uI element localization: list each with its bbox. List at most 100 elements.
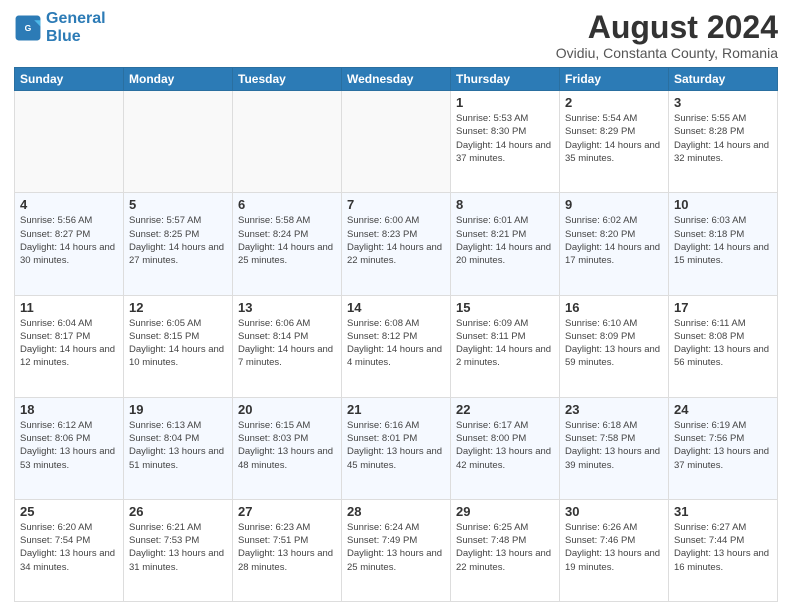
- logo-icon: G: [14, 14, 42, 42]
- calendar-cell-1-3: 7 Sunrise: 6:00 AM Sunset: 8:23 PM Daylig…: [342, 193, 451, 295]
- day-info: Sunrise: 6:02 AM Sunset: 8:20 PM Dayligh…: [565, 214, 663, 267]
- day-number: 5: [129, 197, 227, 212]
- calendar-cell-4-5: 30Sunrise: 6:26 AM Sunset: 7:46 PM Dayli…: [560, 499, 669, 601]
- day-info: Sunrise: 5:56 AM Sunset: 8:27 PM Dayligh…: [20, 214, 118, 267]
- day-info: Sunrise: 6:01 AM Sunset: 8:21 PM Dayligh…: [456, 214, 554, 267]
- logo: G General Blue: [14, 10, 106, 45]
- day-info: Sunrise: 6:19 AM Sunset: 7:56 PM Dayligh…: [674, 419, 772, 472]
- day-info: Sunrise: 5:58 AM Sunset: 8:24 PM Dayligh…: [238, 214, 336, 267]
- calendar-cell-2-6: 17 Sunrise: 6:11 AM Sunset: 8:08 PM Dayli…: [669, 295, 778, 397]
- calendar-cell-2-2: 13 Sunrise: 6:06 AM Sunset: 8:14 PM Dayli…: [233, 295, 342, 397]
- day-info: Sunrise: 6:09 AM Sunset: 8:11 PM Dayligh…: [456, 317, 554, 370]
- header: G General Blue August 2024 Ovidiu, Const…: [14, 10, 778, 61]
- day-info: Sunrise: 6:17 AM Sunset: 8:00 PM Dayligh…: [456, 419, 554, 472]
- day-info: Sunrise: 5:54 AM Sunset: 8:29 PM Dayligh…: [565, 112, 663, 165]
- day-number: 30: [565, 504, 663, 519]
- day-info: Sunrise: 6:00 AM Sunset: 8:23 PM Dayligh…: [347, 214, 445, 267]
- day-number: 20: [238, 402, 336, 417]
- day-info: Sunrise: 6:27 AM Sunset: 7:44 PM Dayligh…: [674, 521, 772, 574]
- col-header-monday: Monday: [124, 68, 233, 91]
- day-number: 13: [238, 300, 336, 315]
- day-number: 1: [456, 95, 554, 110]
- calendar-cell-1-5: 9 Sunrise: 6:02 AM Sunset: 8:20 PM Daylig…: [560, 193, 669, 295]
- logo-blue: Blue: [46, 28, 81, 45]
- calendar-cell-4-1: 26 Sunrise: 6:21 AM Sunset: 7:53 PM Dayli…: [124, 499, 233, 601]
- logo-general: General: [46, 10, 106, 27]
- title-block: August 2024 Ovidiu, Constanta County, Ro…: [556, 10, 778, 61]
- col-header-sunday: Sunday: [15, 68, 124, 91]
- calendar-cell-0-4: 1Sunrise: 5:53 AM Sunset: 8:30 PM Daylig…: [451, 91, 560, 193]
- day-number: 22: [456, 402, 554, 417]
- day-info: Sunrise: 6:21 AM Sunset: 7:53 PM Dayligh…: [129, 521, 227, 574]
- col-header-friday: Friday: [560, 68, 669, 91]
- calendar-cell-3-5: 23Sunrise: 6:18 AM Sunset: 7:58 PM Dayli…: [560, 397, 669, 499]
- day-info: Sunrise: 5:55 AM Sunset: 8:28 PM Dayligh…: [674, 112, 772, 165]
- calendar-cell-2-3: 14Sunrise: 6:08 AM Sunset: 8:12 PM Dayli…: [342, 295, 451, 397]
- calendar-cell-4-2: 27Sunrise: 6:23 AM Sunset: 7:51 PM Dayli…: [233, 499, 342, 601]
- calendar-cell-3-0: 18Sunrise: 6:12 AM Sunset: 8:06 PM Dayli…: [15, 397, 124, 499]
- calendar-cell-2-4: 15 Sunrise: 6:09 AM Sunset: 8:11 PM Dayli…: [451, 295, 560, 397]
- calendar-week-2: 4 Sunrise: 5:56 AM Sunset: 8:27 PM Daylig…: [15, 193, 778, 295]
- calendar-cell-1-1: 5 Sunrise: 5:57 AM Sunset: 8:25 PM Daylig…: [124, 193, 233, 295]
- day-info: Sunrise: 6:11 AM Sunset: 8:08 PM Dayligh…: [674, 317, 772, 370]
- calendar-cell-2-5: 16Sunrise: 6:10 AM Sunset: 8:09 PM Dayli…: [560, 295, 669, 397]
- col-header-saturday: Saturday: [669, 68, 778, 91]
- day-number: 17: [674, 300, 772, 315]
- day-info: Sunrise: 6:06 AM Sunset: 8:14 PM Dayligh…: [238, 317, 336, 370]
- day-number: 11: [20, 300, 118, 315]
- calendar-table: Sunday Monday Tuesday Wednesday Thursday…: [14, 67, 778, 602]
- day-info: Sunrise: 6:08 AM Sunset: 8:12 PM Dayligh…: [347, 317, 445, 370]
- day-number: 31: [674, 504, 772, 519]
- day-info: Sunrise: 6:24 AM Sunset: 7:49 PM Dayligh…: [347, 521, 445, 574]
- calendar-week-1: 1Sunrise: 5:53 AM Sunset: 8:30 PM Daylig…: [15, 91, 778, 193]
- calendar-cell-1-2: 6 Sunrise: 5:58 AM Sunset: 8:24 PM Daylig…: [233, 193, 342, 295]
- day-info: Sunrise: 6:04 AM Sunset: 8:17 PM Dayligh…: [20, 317, 118, 370]
- day-number: 19: [129, 402, 227, 417]
- day-number: 24: [674, 402, 772, 417]
- svg-text:G: G: [25, 23, 32, 33]
- day-info: Sunrise: 5:57 AM Sunset: 8:25 PM Dayligh…: [129, 214, 227, 267]
- logo-text: General Blue: [46, 10, 106, 45]
- calendar-cell-3-1: 19 Sunrise: 6:13 AM Sunset: 8:04 PM Dayli…: [124, 397, 233, 499]
- calendar-cell-4-6: 31 Sunrise: 6:27 AM Sunset: 7:44 PM Dayli…: [669, 499, 778, 601]
- calendar-header-row: Sunday Monday Tuesday Wednesday Thursday…: [15, 68, 778, 91]
- calendar-cell-0-2: [233, 91, 342, 193]
- day-number: 27: [238, 504, 336, 519]
- day-number: 9: [565, 197, 663, 212]
- calendar-cell-0-3: [342, 91, 451, 193]
- col-header-tuesday: Tuesday: [233, 68, 342, 91]
- day-number: 26: [129, 504, 227, 519]
- day-number: 6: [238, 197, 336, 212]
- calendar-cell-3-4: 22 Sunrise: 6:17 AM Sunset: 8:00 PM Dayli…: [451, 397, 560, 499]
- day-number: 7: [347, 197, 445, 212]
- day-number: 4: [20, 197, 118, 212]
- day-number: 12: [129, 300, 227, 315]
- day-number: 29: [456, 504, 554, 519]
- calendar-cell-4-0: 25Sunrise: 6:20 AM Sunset: 7:54 PM Dayli…: [15, 499, 124, 601]
- calendar-cell-2-0: 11 Sunrise: 6:04 AM Sunset: 8:17 PM Dayli…: [15, 295, 124, 397]
- calendar-week-3: 11 Sunrise: 6:04 AM Sunset: 8:17 PM Dayli…: [15, 295, 778, 397]
- col-header-wednesday: Wednesday: [342, 68, 451, 91]
- calendar-week-4: 18Sunrise: 6:12 AM Sunset: 8:06 PM Dayli…: [15, 397, 778, 499]
- calendar-cell-2-1: 12Sunrise: 6:05 AM Sunset: 8:15 PM Dayli…: [124, 295, 233, 397]
- day-info: Sunrise: 6:18 AM Sunset: 7:58 PM Dayligh…: [565, 419, 663, 472]
- main-title: August 2024: [556, 10, 778, 45]
- calendar-cell-1-0: 4 Sunrise: 5:56 AM Sunset: 8:27 PM Daylig…: [15, 193, 124, 295]
- calendar-week-5: 25Sunrise: 6:20 AM Sunset: 7:54 PM Dayli…: [15, 499, 778, 601]
- day-number: 2: [565, 95, 663, 110]
- day-info: Sunrise: 6:03 AM Sunset: 8:18 PM Dayligh…: [674, 214, 772, 267]
- subtitle: Ovidiu, Constanta County, Romania: [556, 45, 778, 61]
- calendar-cell-3-2: 20 Sunrise: 6:15 AM Sunset: 8:03 PM Dayli…: [233, 397, 342, 499]
- day-number: 21: [347, 402, 445, 417]
- day-number: 3: [674, 95, 772, 110]
- calendar-cell-0-0: [15, 91, 124, 193]
- day-number: 15: [456, 300, 554, 315]
- day-number: 28: [347, 504, 445, 519]
- day-info: Sunrise: 6:13 AM Sunset: 8:04 PM Dayligh…: [129, 419, 227, 472]
- day-info: Sunrise: 6:16 AM Sunset: 8:01 PM Dayligh…: [347, 419, 445, 472]
- day-info: Sunrise: 6:15 AM Sunset: 8:03 PM Dayligh…: [238, 419, 336, 472]
- page: G General Blue August 2024 Ovidiu, Const…: [0, 0, 792, 612]
- day-info: Sunrise: 6:10 AM Sunset: 8:09 PM Dayligh…: [565, 317, 663, 370]
- day-info: Sunrise: 6:25 AM Sunset: 7:48 PM Dayligh…: [456, 521, 554, 574]
- calendar-cell-3-3: 21 Sunrise: 6:16 AM Sunset: 8:01 PM Dayli…: [342, 397, 451, 499]
